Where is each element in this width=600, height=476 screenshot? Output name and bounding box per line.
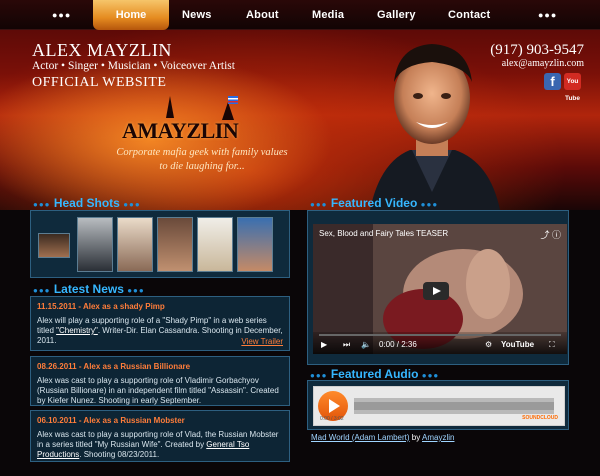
headshots-title: Head Shots — [53, 196, 120, 210]
news-heading: ●●● Latest News ●●● — [33, 282, 145, 296]
amayzlin-logo: AMAYZLIN — [122, 96, 272, 144]
news-item-3: 06.10.2011 - Alex as a Russian Mobster A… — [30, 410, 290, 462]
news-body-2: Alex was cast to play a supporting role … — [37, 376, 279, 405]
news-date-2: 08.26.2011 - Alex as a Russian Billionar… — [37, 362, 191, 371]
tagline: Corporate mafia geek with family values … — [102, 146, 302, 174]
artist-portrait — [370, 44, 500, 210]
control-volume-icon[interactable]: 🔈 — [361, 340, 371, 349]
news-date-1: 11.15.2011 - Alex as a shady Pimp — [37, 302, 165, 311]
video-heading: ●●● Featured Video ●●● — [310, 196, 439, 210]
video-title[interactable]: Sex, Blood and Fairy Tales TEASER — [319, 229, 448, 238]
control-play-icon[interactable]: ▶ — [321, 340, 327, 349]
headshot-thumb-4[interactable] — [157, 217, 193, 272]
control-settings-icon[interactable]: ⚙ — [485, 340, 492, 349]
headshot-thumb-2[interactable] — [77, 217, 113, 272]
audio-caption: Mad World (Adam Lambert) by Amayzlin — [311, 433, 454, 442]
headshot-thumb-3[interactable] — [117, 217, 153, 272]
artist-roles: Actor • Singer • Musician • Voiceover Ar… — [32, 60, 235, 72]
nav-dots-left: ●●● — [52, 10, 72, 20]
logo-wordmark: AMAYZLIN — [122, 118, 239, 143]
nav-gallery[interactable]: Gallery — [377, 9, 416, 21]
headshots-panel — [30, 210, 290, 278]
nav-news[interactable]: News — [182, 9, 212, 21]
top-navigation: ●●● Home News About Media Gallery Contac… — [0, 0, 600, 30]
official-website-label: OFFICIAL WEBSITE — [32, 75, 167, 90]
audio-artist-link[interactable]: Amayzlin — [422, 433, 454, 442]
audio-song-link[interactable]: Mad World (Adam Lambert) — [311, 433, 410, 442]
video-share-info-icons[interactable]: ⤴ ⓘ — [540, 228, 561, 241]
control-fullscreen-icon[interactable]: ⛶ — [549, 340, 555, 350]
video-progress-bar[interactable] — [319, 334, 561, 336]
facebook-icon[interactable]: f — [544, 73, 561, 90]
artist-name: ALEX MAYZLIN — [32, 40, 172, 60]
tagline-line-2: to die laughing for... — [159, 161, 245, 172]
youtube-brand-icon[interactable]: YouTube — [501, 340, 534, 349]
audio-heading: ●●● Featured Audio ●●● — [310, 367, 440, 381]
video-play-button[interactable] — [423, 282, 449, 300]
nav-dots-right: ●●● — [538, 10, 558, 20]
view-trailer-link[interactable]: View Trailer — [241, 337, 283, 346]
video-title-heading: Featured Video — [330, 196, 418, 210]
featured-video-panel: Sex, Blood and Fairy Tales TEASER ⤴ ⓘ ▶ … — [307, 210, 569, 365]
news-date-3: 06.10.2011 - Alex as a Russian Mobster — [37, 416, 185, 425]
video-time: 0:00 / 2:36 — [379, 340, 417, 349]
soundcloud-brand-icon[interactable]: SOUNDCLOUD — [522, 415, 558, 421]
youtube-icon[interactable]: You Tube — [564, 73, 581, 102]
nav-media[interactable]: Media — [312, 9, 344, 21]
audio-time: 0:00 / 3:02 — [320, 416, 344, 422]
news-item-1: 11.15.2011 - Alex as a shady Pimp Alex w… — [30, 296, 290, 351]
video-player[interactable]: Sex, Blood and Fairy Tales TEASER ⤴ ⓘ ▶ … — [313, 224, 567, 354]
soundcloud-player: 0:00 / 3:02 SOUNDCLOUD — [313, 386, 565, 426]
audio-title-heading: Featured Audio — [330, 367, 419, 381]
news-title: Latest News — [53, 282, 124, 296]
news-body-3-post: . Shooting 08/23/2011. — [79, 450, 160, 459]
nav-contact[interactable]: Contact — [448, 9, 490, 21]
news-item-2: 08.26.2011 - Alex as a Russian Billionar… — [30, 356, 290, 406]
audio-caption-by: by — [411, 433, 421, 442]
nav-about[interactable]: About — [246, 9, 279, 21]
news-body-3: Alex was cast to play a supporting role … — [37, 430, 283, 460]
nav-home[interactable]: Home — [93, 0, 169, 30]
video-controls: ▶ ⏭ 🔈 0:00 / 2:36 ⚙ YouTube ⛶ — [313, 332, 567, 354]
headshot-thumb-5[interactable] — [197, 217, 233, 272]
control-next-icon[interactable]: ⏭ — [343, 340, 350, 350]
news-link-chemistry[interactable]: "Chemistry" — [56, 326, 98, 335]
headshots-heading: ●●● Head Shots ●●● — [33, 196, 141, 210]
nav-home-label: Home — [115, 9, 147, 21]
headshot-thumb-6[interactable] — [237, 217, 273, 272]
headshot-thumb-1[interactable] — [38, 233, 70, 258]
featured-audio-panel: 0:00 / 3:02 SOUNDCLOUD — [307, 380, 569, 430]
tagline-line-1: Corporate mafia geek with family values — [116, 147, 288, 158]
